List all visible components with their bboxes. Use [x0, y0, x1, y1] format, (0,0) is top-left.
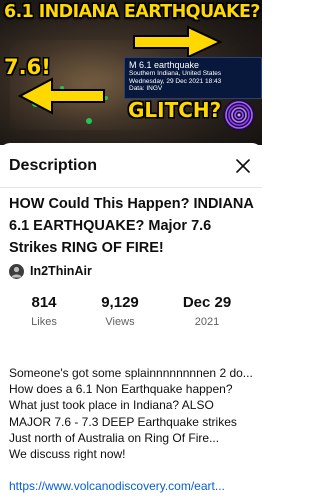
close-icon [236, 159, 250, 173]
views-stat: 9,129 Views [80, 294, 160, 330]
thumbnail-headline: 6.1 INDIANA EARTHQUAKE? [4, 2, 260, 22]
channel-avatar-icon [11, 266, 22, 277]
glitch-callout: GLITCH? [128, 98, 222, 122]
video-stats: 814 Likes 9,129 Views Dec 29 2021 [0, 294, 262, 334]
description-text: Someone's got some splainnnnnnnnen 2 do.… [9, 366, 253, 462]
upload-year: 2021 [194, 316, 220, 328]
close-button[interactable] [232, 155, 254, 177]
info-card-location: Southern Indiana, United States [129, 70, 222, 77]
likes-stat: 814 Likes [4, 294, 84, 330]
arrow-right-icon [133, 25, 222, 59]
arrow-left-icon [18, 77, 105, 115]
avatar[interactable] [9, 263, 24, 279]
earthquake-info-card: M 6.1 earthquake Southern Indiana, Unite… [124, 57, 262, 99]
header-divider [0, 187, 262, 188]
info-card-source: Data: INGV [129, 85, 163, 92]
views-count: 9,129 [101, 294, 139, 311]
description-link[interactable]: https://www.volcanodiscovery.com/eart... [9, 478, 259, 494]
description-panel: Description HOW Could This Happen? INDIA… [0, 143, 262, 500]
video-thumbnail[interactable]: 6.1 INDIANA EARTHQUAKE? 7.6! M 6.1 earth… [0, 0, 262, 145]
channel-row[interactable]: In2ThinAir [9, 263, 92, 279]
date-stat: Dec 29 2021 [167, 294, 247, 330]
quake-marker [86, 118, 92, 124]
upload-date: Dec 29 [182, 294, 232, 311]
panel-title: Description [9, 157, 98, 174]
panel-header: Description [0, 143, 262, 187]
info-card-title: M 6.1 earthquake [129, 60, 200, 70]
info-card-date: Wednesday, 29 Dec 2021 18:43 [129, 77, 222, 85]
likes-count: 814 [31, 294, 57, 311]
channel-name[interactable]: In2ThinAir [30, 264, 92, 278]
likes-label: Likes [31, 316, 57, 328]
views-label: Views [105, 316, 135, 328]
hypno-spiral-icon [223, 99, 255, 131]
video-title: HOW Could This Happen? INDIANA 6.1 EARTH… [9, 196, 254, 256]
